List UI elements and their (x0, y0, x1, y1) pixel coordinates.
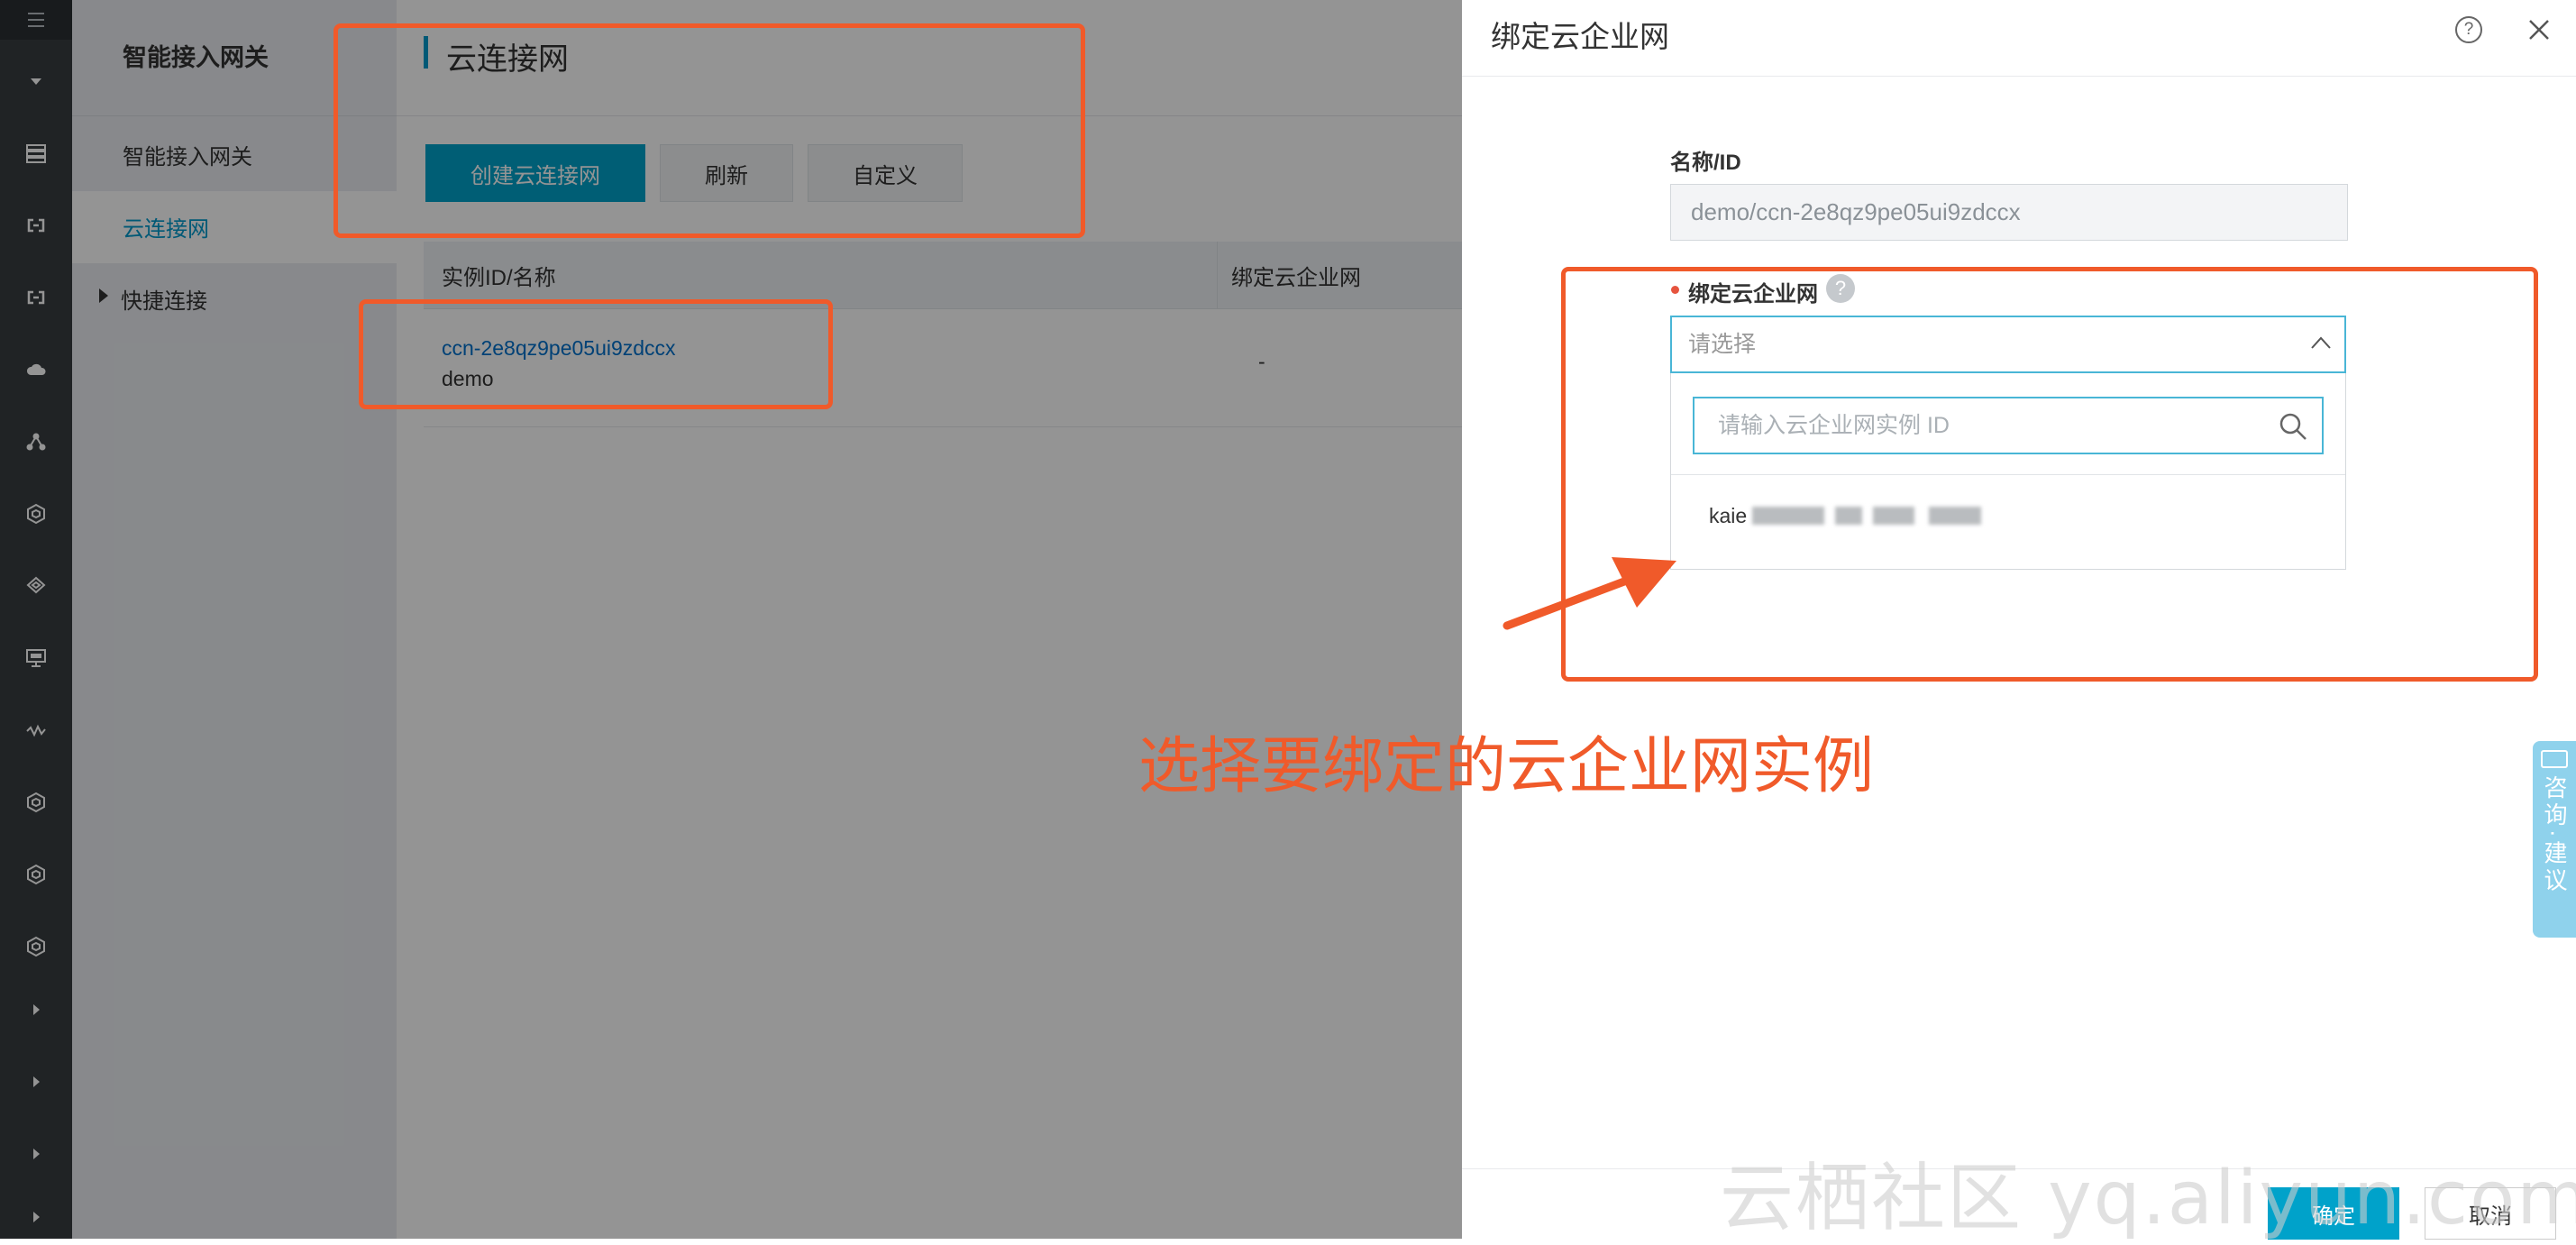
watermark: 云栖社区 yq.aliyun.com (1720, 1156, 2576, 1241)
annotation-text: 选择要绑定的云企业网实例 (1138, 731, 1875, 802)
highlight-box-select (1561, 267, 2538, 682)
arrow-annotation (1503, 557, 1676, 630)
drawer-header-divider (1462, 76, 2576, 77)
help-icon[interactable]: ? (2455, 16, 2482, 43)
feedback-label: 咨询·建议 (2541, 775, 2568, 895)
highlight-box-row (359, 299, 833, 409)
close-icon[interactable] (2522, 13, 2556, 47)
chat-icon (2541, 750, 2568, 768)
highlight-box-header (333, 23, 1085, 238)
name-id-field: demo/ccn-2e8qz9pe05ui9zdccx (1670, 184, 2348, 241)
name-id-label: 名称/ID (1670, 151, 1741, 175)
feedback-tab[interactable]: 咨询·建议 (2533, 741, 2576, 938)
drawer-title: 绑定云企业网 (1491, 20, 1669, 53)
